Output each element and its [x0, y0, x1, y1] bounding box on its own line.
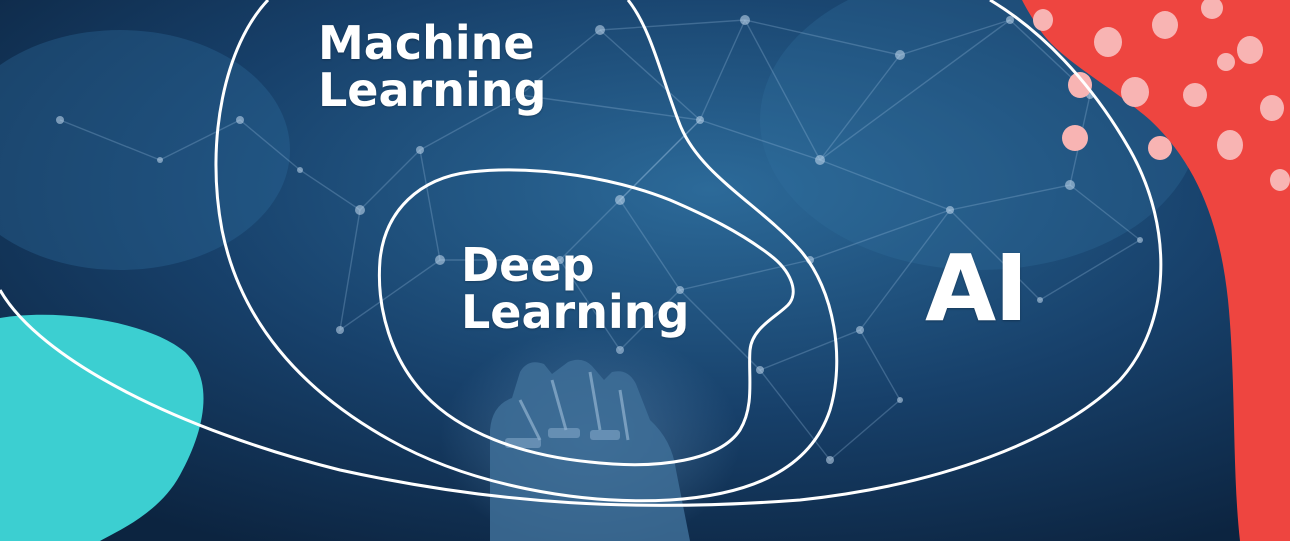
machine-learning-label: Machine Learning	[318, 16, 547, 117]
deep-learning-label: Deep Learning	[461, 238, 690, 339]
ai-label: AI	[925, 235, 1028, 342]
diagram-canvas: Machine Learning Deep Learning AI	[0, 0, 1290, 541]
